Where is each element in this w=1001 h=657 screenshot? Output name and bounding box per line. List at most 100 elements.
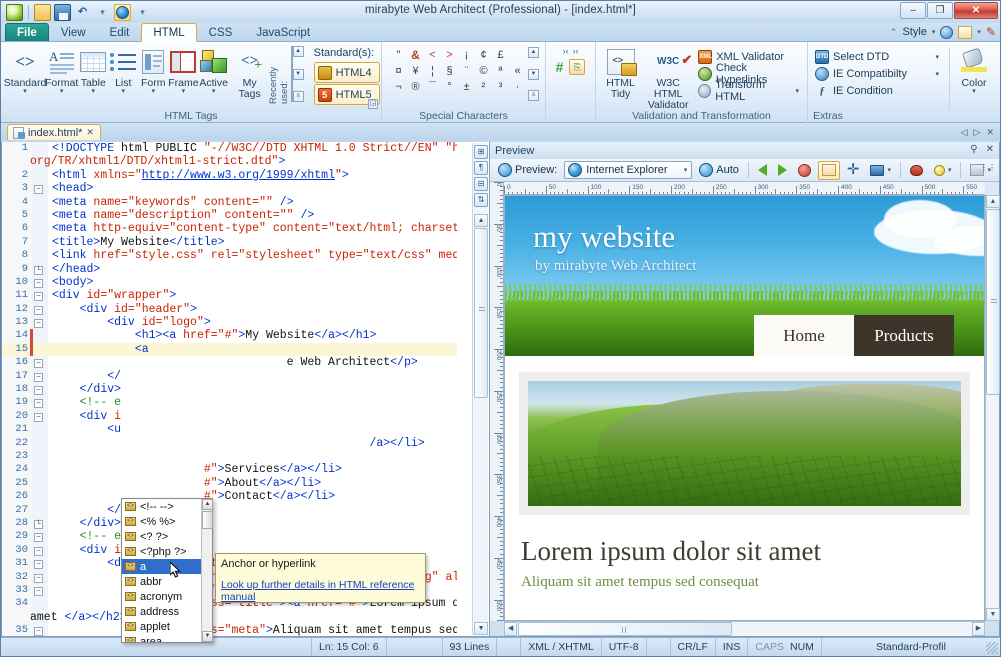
code-line[interactable]: 15 <a [2,343,457,356]
code-line[interactable]: 26 #">Contact</a></li> [2,490,457,503]
chevron-down-icon[interactable]: ▾ [935,70,939,78]
site-nav-item-products[interactable]: Products [854,315,954,356]
code-line[interactable]: 16− e Web Architect</p> [2,356,457,369]
pin-icon[interactable]: ⚲ [970,144,977,155]
scroll-down-icon[interactable]: ▼ [528,69,539,80]
recently-used-scrollbar[interactable]: ▲ ▼ ≡ [293,46,304,102]
fold-toggle-icon[interactable]: − [34,399,43,408]
scroll-end-icon[interactable]: ≡ [293,91,304,102]
preview-scrollbar-horizontal[interactable]: ◀ ▶ [504,621,985,636]
w3c-validator-button[interactable]: W3C W3C HTML Validator [641,44,695,111]
fold-toggle-icon[interactable]: − [34,533,43,542]
screenshot-dropdown-icon[interactable]: ▾ [977,28,981,36]
chevron-down-icon[interactable]: ▾ [23,89,27,95]
special-char[interactable]: ¬ [390,79,407,95]
style-label[interactable]: Style [902,26,926,38]
browser-select[interactable]: Internet Explorer ▾ [564,161,692,179]
site-nav-item-home[interactable]: Home [754,315,854,356]
scroll-down-icon[interactable]: ▼ [474,622,488,635]
active-tags-button[interactable]: Active ▾ [199,44,229,95]
toolbar-overflow-icon[interactable]: ⋮⋮ [980,163,996,172]
close-tab-icon[interactable]: ✕ [986,127,994,138]
debug-button[interactable] [906,161,927,180]
special-char[interactable]: < [424,47,441,63]
screenshot-icon[interactable] [958,26,972,39]
fold-toggle-icon[interactable]: − [34,574,43,583]
scroll-thumb[interactable] [518,622,732,636]
chevron-down-icon[interactable]: ▾ [60,89,64,95]
tab-view[interactable]: View [49,23,98,42]
scroll-up-icon[interactable]: ▲ [986,195,1000,208]
special-char[interactable]: ® [407,79,424,95]
scroll-thumb[interactable] [474,228,488,398]
code-line[interactable]: 2<html xmlns="http://www.w3.org/1999/xht… [2,169,457,182]
chevron-down-icon[interactable]: ▾ [182,89,186,95]
code-line[interactable]: 24 #">Services</a></li> [2,463,457,476]
autocomplete-item[interactable]: <>acronym [122,589,201,604]
code-line[interactable]: 8<link href="style.css" rel="stylesheet"… [2,249,457,262]
code-line[interactable]: 18− </div> [2,383,457,396]
form-tags-button[interactable]: Form ▾ [138,44,168,95]
special-char[interactable]: ± [458,79,475,95]
code-line[interactable]: 10−<body> [2,276,457,289]
next-tab-icon[interactable]: ▷ [974,127,981,138]
maximize-button[interactable]: ❐ [927,2,953,19]
code-line[interactable]: 9└</head> [2,263,457,276]
device-button[interactable]: ▾ [866,161,895,180]
window-mode-button[interactable] [818,161,840,180]
preview-scrollbar-vertical[interactable]: ▲ ▼ [985,195,999,621]
back-button[interactable] [754,161,771,180]
special-char[interactable] [509,47,526,63]
tab-css[interactable]: CSS [197,23,245,42]
stop-button[interactable] [794,161,815,180]
chevron-down-icon[interactable]: ▾ [684,166,688,174]
code-line[interactable]: 29− <!-- end #menu --> [2,530,457,543]
add-view-button[interactable]: ✛ [843,161,864,180]
fold-toggle-icon[interactable]: − [34,627,43,636]
chevron-down-icon[interactable]: ▾ [122,89,126,95]
code-line[interactable]: 12− <div id="header"> [2,303,457,316]
table-tags-button[interactable]: Table ▾ [78,44,108,95]
html4-button[interactable]: HTML4 [314,62,380,83]
fold-toggle-icon[interactable]: − [34,413,43,422]
fold-toggle-icon[interactable]: − [34,292,43,301]
scroll-up-icon[interactable]: ▲ [293,46,304,57]
chevron-down-icon[interactable]: ▾ [935,53,939,61]
code-line[interactable]: 4<meta name="keywords" content="" /> [2,196,457,209]
autocomplete-item[interactable]: <><?php ?> [122,544,201,559]
special-characters-scrollbar[interactable]: ▲ ▼ ≡ [528,47,539,101]
chevron-down-icon[interactable]: ▾ [972,89,976,95]
special-char[interactable]: ³ [492,79,509,95]
special-char[interactable]: & [407,47,424,63]
special-char[interactable]: ¯ [424,79,441,95]
special-char[interactable]: ª [492,63,509,79]
tab-html[interactable]: HTML [141,23,196,42]
special-char[interactable]: ° [441,79,458,95]
ie-compatibility-item[interactable]: IE Compatibilty▾ [815,65,943,82]
frame-tags-button[interactable]: Frame ▾ [168,44,198,95]
tab-edit[interactable]: Edit [98,23,142,42]
dialog-launcher-icon[interactable]: ◲ [368,99,378,109]
select-dtd-item[interactable]: DTDSelect DTD▾ [815,48,943,65]
format-tags-button[interactable]: A Format ▾ [45,44,78,95]
entity-named-icon[interactable]: ›‹ [573,46,579,56]
chevron-down-icon[interactable]: ▾ [948,166,952,174]
list-tags-button[interactable]: List ▾ [108,44,138,95]
code-line[interactable]: 22 /a></li> [2,437,457,450]
hash-icon[interactable]: # [556,59,564,75]
special-char[interactable]: · [509,79,526,95]
help-icon[interactable] [940,26,953,39]
special-char[interactable]: ¥ [407,63,424,79]
close-button[interactable]: ✕ [954,2,998,19]
transform-html-item[interactable]: Transform HTML▾ [698,82,803,99]
autocomplete-item[interactable]: <>address [122,604,201,619]
insert-icon[interactable]: ⊞ [474,145,488,159]
code-editor[interactable]: 1<!DOCTYPE html PUBLIC "-//W3C//DTD XHTM… [1,142,490,637]
code-line[interactable]: 7<title>My Website</title> [2,236,457,249]
tooltip-link[interactable]: Look up further details in HTML referenc… [221,579,420,603]
fold-toggle-icon[interactable]: └ [34,520,43,529]
fold-toggle-icon[interactable]: − [34,306,43,315]
scroll-down-icon[interactable]: ▼ [986,608,1000,621]
code-line[interactable]: 19− <!-- e [2,396,457,409]
autocomplete-item[interactable]: <>area [122,634,201,642]
